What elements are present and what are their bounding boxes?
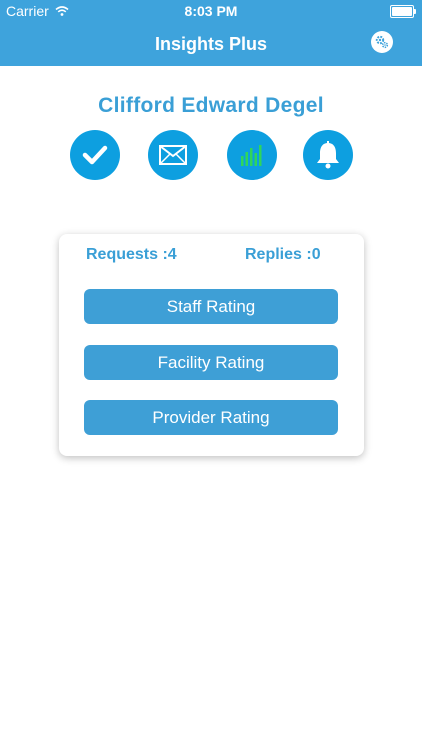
provider-rating-button[interactable]: Provider Rating	[84, 400, 338, 435]
page-title: Insights Plus	[154, 34, 268, 54]
notifications-button[interactable]	[303, 130, 353, 180]
message-button[interactable]	[148, 130, 198, 180]
battery-icon	[390, 5, 416, 18]
bell-icon	[317, 141, 339, 169]
status-time: 8:03 PM	[184, 3, 238, 19]
bar-chart-icon	[241, 145, 262, 166]
requests-count: Requests :4	[86, 246, 177, 263]
replies-count: Replies :0	[245, 246, 321, 263]
counts-row: Requests :4 Replies :0	[59, 246, 364, 268]
nav-bar: Carrier 8:03 PM Insights Plus	[0, 0, 422, 66]
check-button[interactable]	[70, 130, 120, 180]
ratings-card: Requests :4 Replies :0 Staff Rating Faci…	[59, 234, 364, 456]
facility-rating-button[interactable]: Facility Rating	[84, 345, 338, 380]
gear-icon[interactable]	[371, 31, 393, 53]
staff-rating-button[interactable]: Staff Rating	[84, 289, 338, 324]
profile-name: Clifford Edward Degel	[98, 94, 324, 117]
envelope-icon	[159, 145, 187, 165]
insights-button[interactable]	[227, 130, 277, 180]
status-bar: Carrier 8:03 PM	[0, 0, 422, 22]
checkmark-icon	[82, 145, 108, 165]
